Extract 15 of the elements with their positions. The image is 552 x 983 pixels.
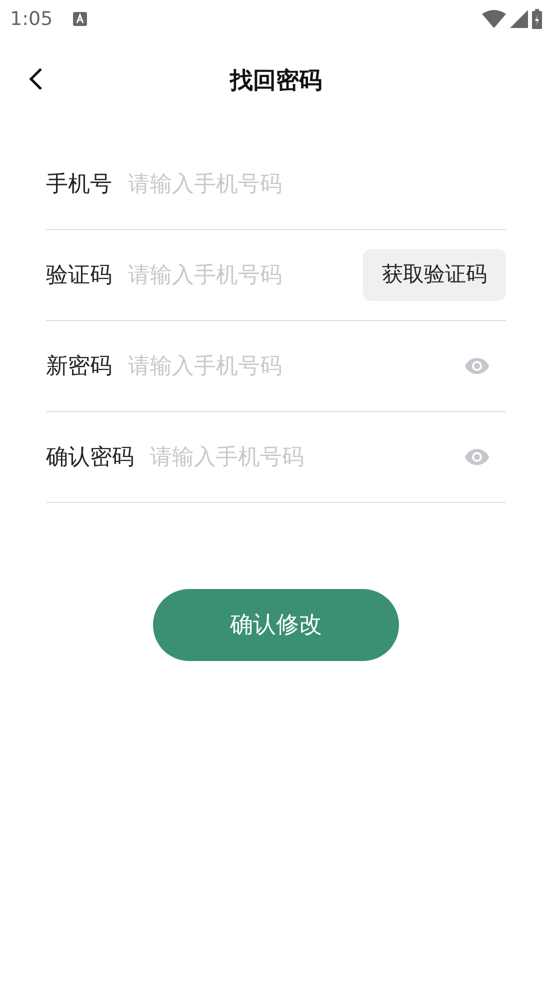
eye-icon[interactable] (464, 448, 490, 466)
back-icon (29, 67, 43, 91)
field-label: 新密码 (46, 352, 112, 380)
signal-icon (510, 10, 528, 28)
confirm-button[interactable]: 确认修改 (153, 589, 399, 661)
status-time: 1:05 (10, 6, 53, 32)
eye-icon[interactable] (464, 357, 490, 375)
get-code-button[interactable]: 获取验证码 (363, 249, 506, 301)
field-label: 手机号 (46, 170, 112, 198)
wifi-icon (482, 10, 506, 28)
keyboard-notification-icon (72, 12, 87, 26)
battery-icon (532, 9, 542, 29)
field-label: 验证码 (46, 262, 112, 290)
page-title: 找回密码 (230, 66, 322, 96)
field-label: 确认密码 (46, 444, 134, 472)
